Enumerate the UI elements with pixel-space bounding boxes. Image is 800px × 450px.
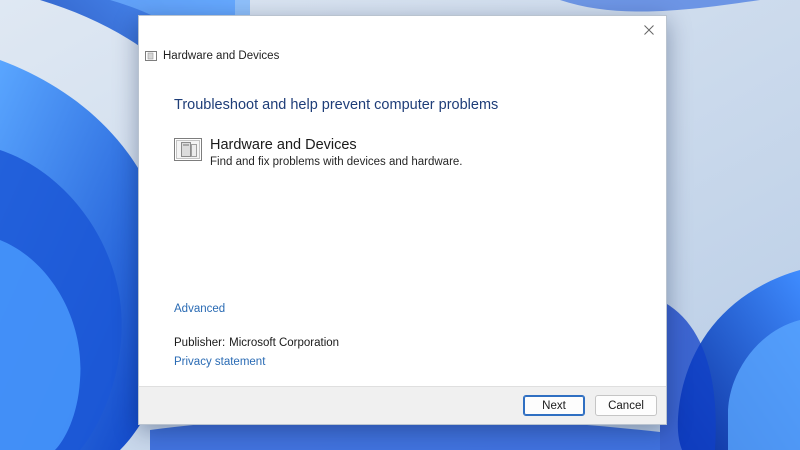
cancel-button[interactable]: Cancel — [595, 395, 657, 416]
window-title: Hardware and Devices — [163, 50, 280, 62]
window-title-bar: Hardware and Devices — [145, 50, 279, 62]
next-button[interactable]: Next — [523, 395, 585, 416]
troubleshooter-item[interactable]: Hardware and Devices Find and fix proble… — [174, 136, 463, 170]
dialog-footer: Next Cancel — [139, 386, 666, 424]
close-button[interactable] — [638, 20, 660, 40]
publisher-value: Microsoft Corporation — [229, 337, 340, 349]
troubleshooter-dialog: Hardware and Devices Troubleshoot and he… — [138, 15, 667, 425]
item-description: Find and fix problems with devices and h… — [210, 156, 463, 168]
hardware-devices-small-icon — [145, 51, 157, 61]
hardware-devices-icon — [174, 138, 202, 161]
publisher-label: Publisher: — [174, 337, 226, 349]
privacy-statement-link[interactable]: Privacy statement — [174, 356, 265, 368]
close-icon — [644, 25, 654, 35]
advanced-link[interactable]: Advanced — [174, 303, 225, 315]
item-title: Hardware and Devices — [210, 137, 357, 153]
page-heading: Troubleshoot and help prevent computer p… — [174, 97, 499, 113]
publisher-info: Publisher: Microsoft Corporation — [174, 337, 339, 349]
